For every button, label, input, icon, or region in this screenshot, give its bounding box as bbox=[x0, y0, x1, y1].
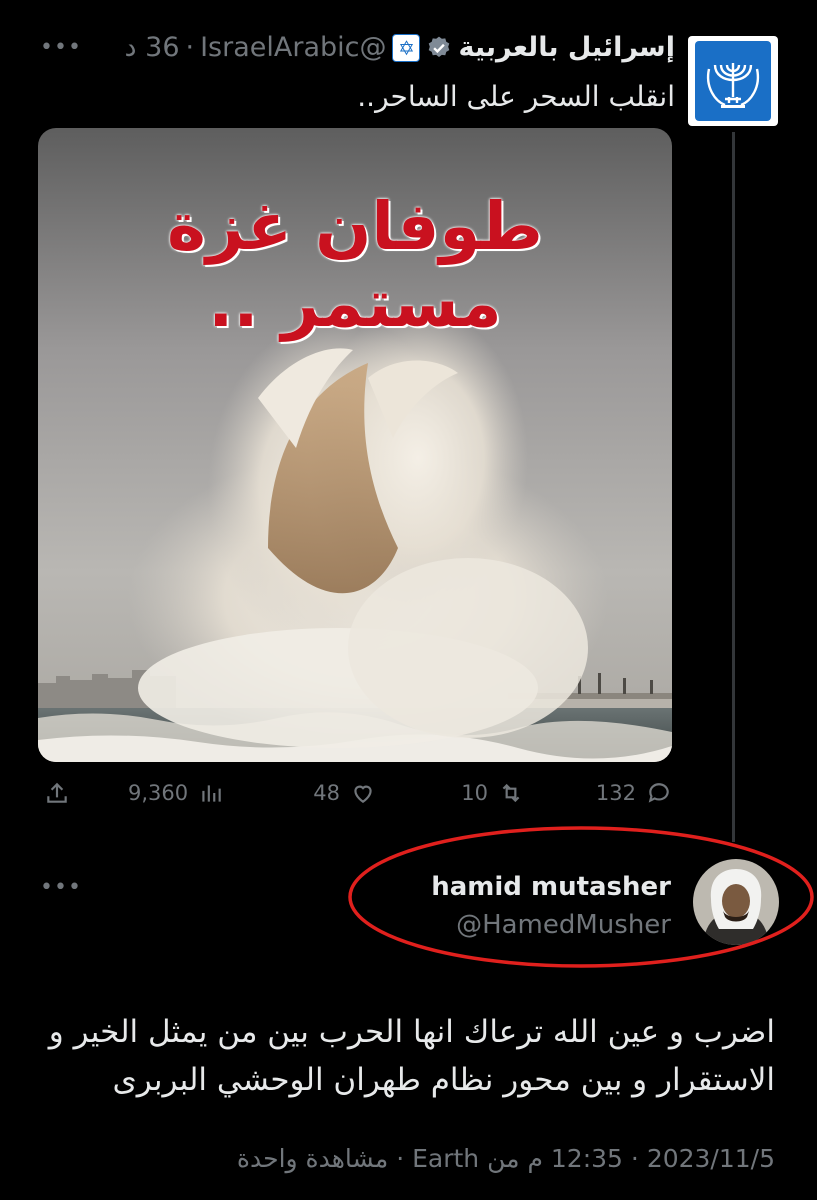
reply-text-line-1: اضرب و عين الله ترعاك انها الحرب بين من … bbox=[48, 1014, 775, 1050]
tweet-time[interactable]: 36 د bbox=[125, 32, 180, 63]
reply-button[interactable]: 132 bbox=[596, 780, 672, 806]
views-button[interactable]: 9,360 bbox=[128, 780, 224, 806]
heart-icon bbox=[354, 785, 372, 803]
thread-connector-line bbox=[732, 132, 735, 842]
like-count: 48 bbox=[313, 781, 340, 805]
header-separator: · bbox=[185, 32, 195, 63]
retweet-count: 10 bbox=[461, 781, 488, 805]
views-count: 9,360 bbox=[128, 781, 189, 805]
tweet-text: انقلب السحر على الساحر.. bbox=[357, 80, 675, 113]
like-button[interactable]: 48 bbox=[313, 780, 376, 806]
reply-metadata: 2023/11/5 · 12:35 م من Earth · مشاهدة وا… bbox=[237, 1144, 775, 1173]
reply-more-options-icon[interactable]: ••• bbox=[40, 877, 82, 899]
tweet-author-name[interactable]: إسرائيل بالعربية bbox=[458, 32, 675, 63]
annotation-circle bbox=[348, 826, 814, 968]
retweet-button[interactable]: 10 bbox=[461, 780, 524, 806]
affiliate-flag-badge-icon: ✡ bbox=[392, 33, 421, 62]
reply-date[interactable]: 2023/11/5 bbox=[647, 1144, 775, 1173]
views-chart-icon bbox=[202, 785, 221, 802]
more-options-icon[interactable]: ••• bbox=[40, 37, 82, 59]
share-button[interactable] bbox=[44, 780, 70, 806]
retweet-icon bbox=[502, 783, 520, 803]
meta-separator-1: · bbox=[630, 1144, 639, 1173]
menorah-emblem-icon bbox=[706, 63, 760, 108]
tweet-author-handle[interactable]: @IsraelArabic bbox=[200, 32, 386, 63]
reply-icon bbox=[648, 783, 669, 803]
tweet-header: إسرائيل بالعربية ✡ @IsraelArabic · 36 د bbox=[125, 32, 675, 63]
reply-count: 132 bbox=[595, 781, 636, 805]
image-overlay-text: طوفان غزة مستمر .. bbox=[167, 188, 543, 342]
reply-view-count[interactable]: مشاهدة واحدة bbox=[237, 1144, 388, 1173]
israel-emblem-avatar[interactable] bbox=[688, 36, 778, 126]
share-icon bbox=[47, 782, 67, 803]
reply-time-location: 12:35 م من Earth bbox=[412, 1144, 623, 1173]
reply-text: اضرب و عين الله ترعاك انها الحرب بين من … bbox=[15, 1008, 775, 1104]
meta-separator-2: · bbox=[396, 1144, 405, 1173]
verified-badge-icon bbox=[429, 36, 450, 57]
tweet-action-bar: 132 10 48 9,360 bbox=[38, 776, 672, 816]
reply-text-line-2: الاستقرار و بين محور نظام طهران الوحشي ا… bbox=[112, 1062, 775, 1098]
